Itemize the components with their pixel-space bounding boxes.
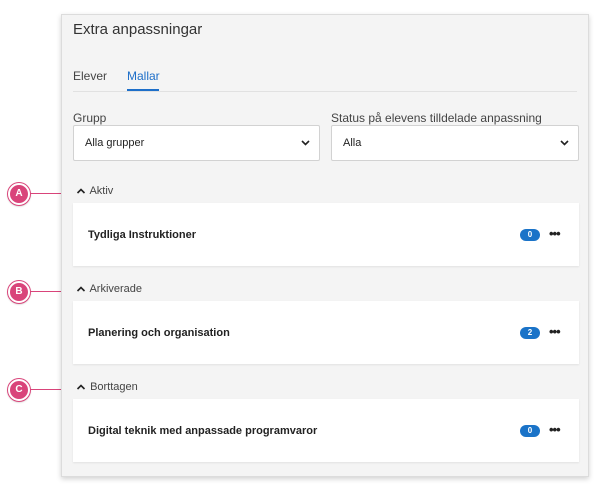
panel-title: Extra anpassningar bbox=[73, 21, 203, 38]
more-horizontal-icon[interactable]: ••• bbox=[549, 422, 561, 437]
status-select[interactable]: Alla bbox=[331, 125, 579, 161]
chevron-up-icon bbox=[76, 188, 86, 194]
template-name: Digital teknik med anpassade programvaro… bbox=[88, 425, 318, 437]
count-badge: 2 bbox=[520, 327, 540, 339]
more-horizontal-icon[interactable]: ••• bbox=[549, 324, 561, 339]
template-card[interactable]: Tydliga Instruktioner 0 ••• bbox=[73, 203, 579, 266]
chevron-down-icon bbox=[301, 140, 310, 146]
template-name: Tydliga Instruktioner bbox=[88, 229, 196, 241]
tab-mallar[interactable]: Mallar bbox=[127, 69, 160, 83]
section-label: Aktiv bbox=[89, 185, 114, 197]
count-badge: 0 bbox=[520, 425, 540, 437]
section-toggle-borttagen[interactable]: Borttagen bbox=[75, 381, 138, 393]
template-card[interactable]: Digital teknik med anpassade programvaro… bbox=[73, 399, 579, 462]
group-select[interactable]: Alla grupper bbox=[73, 125, 320, 161]
section-toggle-aktiv[interactable]: Aktiv bbox=[75, 185, 113, 197]
group-select-value: Alla grupper bbox=[85, 137, 145, 149]
extra-adjustments-panel: Extra anpassningar Elever Mallar Grupp S… bbox=[61, 14, 589, 477]
template-card[interactable]: Planering och organisation 2 ••• bbox=[73, 301, 579, 364]
section-label: Arkiverade bbox=[89, 283, 143, 295]
status-filter-label: Status på elevens tilldelade anpassning bbox=[331, 111, 542, 125]
chevron-up-icon bbox=[76, 286, 86, 292]
section-toggle-arkiverade[interactable]: Arkiverade bbox=[75, 283, 142, 295]
chevron-down-icon bbox=[560, 140, 569, 146]
template-name: Planering och organisation bbox=[88, 327, 230, 339]
group-filter-label: Grupp bbox=[73, 111, 107, 125]
section-label: Borttagen bbox=[90, 381, 138, 393]
annotation-marker-b: B bbox=[8, 281, 30, 303]
more-horizontal-icon[interactable]: ••• bbox=[549, 226, 561, 241]
annotation-marker-c: C bbox=[8, 379, 30, 401]
tabs-divider bbox=[73, 91, 577, 92]
count-badge: 0 bbox=[520, 229, 540, 241]
status-select-value: Alla bbox=[343, 137, 362, 149]
tab-elever[interactable]: Elever bbox=[73, 69, 107, 83]
chevron-up-icon bbox=[76, 384, 86, 390]
annotation-marker-a: A bbox=[8, 183, 30, 205]
